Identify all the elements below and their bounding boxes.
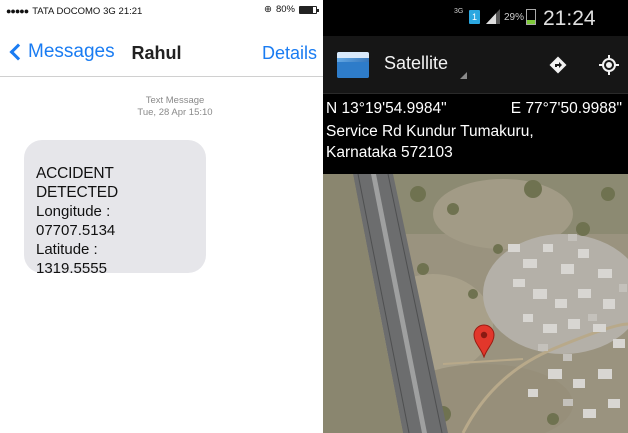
address-line-1: Service Rd Kundur Tumakuru, — [326, 123, 534, 140]
map-pin-icon[interactable] — [473, 324, 495, 358]
ios-navigation-bar: Messages Rahul Details — [0, 33, 323, 73]
status-time: 21:21 — [118, 5, 143, 17]
satellite-imagery — [323, 174, 628, 433]
sim-icon: 1 — [469, 10, 480, 24]
location-info-panel: N 13°19'54.9984" E 77°7'50.9988" Service… — [323, 94, 628, 174]
battery-icon — [299, 5, 319, 14]
message-timestamp: Tue, 28 Apr 15:10 — [137, 107, 213, 118]
satellite-map-view[interactable] — [323, 174, 628, 433]
navigation-icon[interactable] — [549, 56, 567, 74]
back-button-label: Messages — [28, 41, 115, 62]
my-location-icon[interactable] — [599, 55, 619, 75]
signal-strength-icon: ●●●●● — [6, 6, 29, 16]
network-type: 3G — [454, 8, 464, 15]
android-action-bar: Satellite — [323, 36, 628, 94]
battery-percent: 29% — [504, 12, 525, 23]
chevron-left-icon — [9, 43, 27, 61]
signal-strength-icon — [486, 9, 500, 24]
carrier-name: TATA DOCOMO — [32, 5, 101, 17]
message-line-longitude-value: 07707.5134 — [36, 222, 116, 239]
details-button[interactable]: Details — [262, 43, 317, 64]
latitude-readout: N 13°19'54.9984" — [326, 100, 447, 117]
message-line-latitude-value: 1319.5555 — [36, 260, 107, 277]
battery-icon — [526, 9, 536, 25]
android-map-screen: 3G 1 29% 21:24 Satellite N 13°19'54.9984… — [323, 0, 628, 433]
battery-percent: 80% — [275, 4, 295, 15]
back-button[interactable]: Messages — [9, 41, 115, 63]
satellite-map-icon[interactable] — [337, 52, 369, 78]
message-line-latitude-label: Latitude : — [36, 241, 98, 258]
ios-messages-screen: ●●●●● TATA DOCOMO 3G 21:21 ⊕ 80% Message… — [0, 0, 323, 433]
message-meta: Text Message Tue, 28 Apr 15:10 — [90, 95, 260, 119]
android-status-bar: 3G 1 29% 21:24 — [323, 0, 628, 36]
nav-divider — [0, 76, 323, 77]
longitude-readout: E 77°7'50.9988" — [510, 100, 622, 117]
ios-status-bar: ●●●●● TATA DOCOMO 3G 21:21 ⊕ 80% — [0, 0, 323, 22]
message-line-longitude-label: Longitude : — [36, 203, 111, 220]
address-line-2: Karnataka 572103 — [326, 144, 453, 161]
message-line-alert: ACCIDENT DETECTED — [36, 165, 118, 201]
alarm-icon: ⊕ — [264, 4, 272, 15]
message-bubble[interactable]: ACCIDENT DETECTED Longitude : 07707.5134… — [24, 140, 206, 277]
address-text: Service Rd Kundur Tumakuru, Karnataka 57… — [326, 121, 626, 163]
map-type-spinner[interactable]: Satellite — [384, 53, 448, 74]
network-type: 3G — [103, 5, 116, 17]
message-type-label: Text Message — [145, 95, 205, 106]
dropdown-triangle-icon — [460, 72, 467, 79]
status-time: 21:24 — [543, 7, 596, 30]
